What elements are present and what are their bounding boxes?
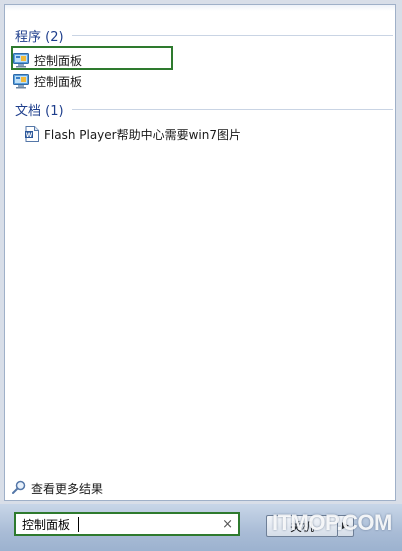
text-caret <box>78 517 79 532</box>
control-panel-icon <box>13 52 29 68</box>
result-label: 控制面板 <box>34 74 83 89</box>
programs-section-header: 程序 (2) <box>15 26 393 45</box>
clear-search-icon[interactable]: × <box>222 516 233 533</box>
section-divider <box>71 108 393 110</box>
result-label: Flash Player帮助中心需要win7图片 <box>44 127 241 142</box>
search-icon <box>12 480 26 497</box>
documents-section-title: 文档 (1) <box>15 103 64 119</box>
document-result-flash-player[interactable]: W Flash Player帮助中心需要win7图片 <box>25 124 241 144</box>
documents-section-header: 文档 (1) <box>15 100 393 119</box>
shutdown-options-arrow-icon[interactable]: ▶ <box>338 515 354 537</box>
control-panel-icon <box>13 73 29 89</box>
program-result-control-panel-1[interactable]: 控制面板 <box>13 50 82 70</box>
program-result-control-panel-2[interactable]: 控制面板 <box>13 71 82 91</box>
shutdown-button[interactable]: 关机 <box>266 515 338 537</box>
search-input[interactable] <box>22 516 218 533</box>
see-more-results-link[interactable]: 查看更多结果 <box>12 478 103 498</box>
word-document-icon: W <box>25 126 39 142</box>
programs-section-title: 程序 (2) <box>15 29 64 45</box>
section-divider <box>71 34 393 36</box>
svg-text:W: W <box>26 132 33 139</box>
top-strip <box>5 5 395 11</box>
search-box[interactable]: × <box>14 512 240 536</box>
result-label: 控制面板 <box>34 53 83 68</box>
start-menu-results-panel: 程序 (2) 控制面板 控制面板 文档 (1) W Flash Player帮助… <box>4 4 396 501</box>
see-more-results-label: 查看更多结果 <box>31 481 104 496</box>
